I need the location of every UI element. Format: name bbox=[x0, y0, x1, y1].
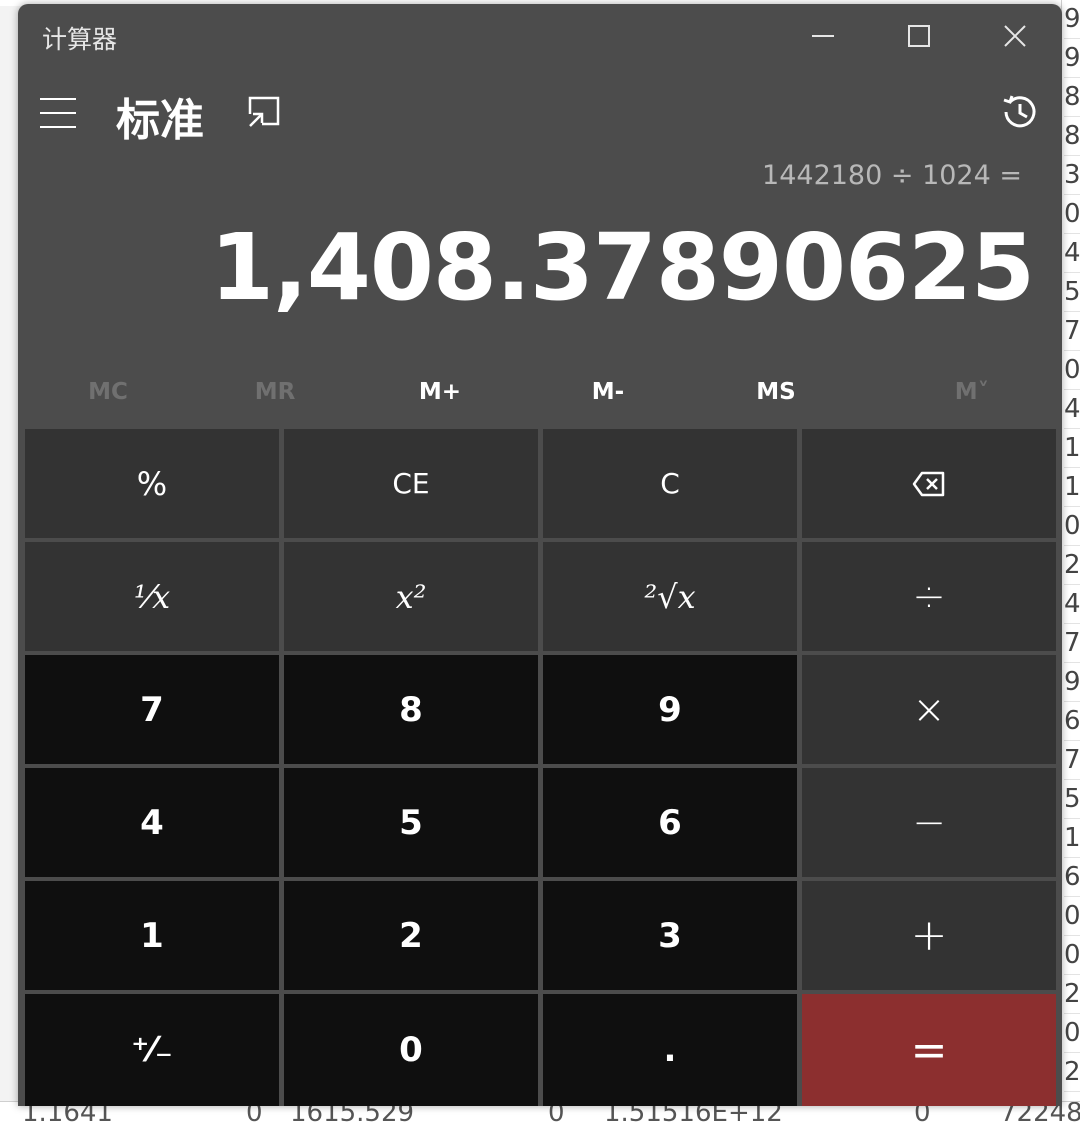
square-root-button[interactable]: ²√x bbox=[543, 542, 797, 651]
digit-4-button[interactable]: 4 bbox=[25, 768, 279, 877]
equals-button[interactable]: = bbox=[802, 994, 1056, 1106]
spreadsheet-cell: 1 bbox=[1064, 468, 1080, 507]
spreadsheet-cell: 5 bbox=[1064, 780, 1080, 819]
calculator-window: 计算器 标准 1442180 ÷ 1024 = 1,408.37890625 M… bbox=[18, 4, 1062, 1106]
title-bar[interactable]: 计算器 bbox=[18, 4, 1062, 68]
negate-button[interactable]: ⁺⁄₋ bbox=[25, 994, 279, 1106]
spreadsheet-cell: 4 bbox=[1064, 390, 1080, 429]
square-label: x² bbox=[395, 577, 427, 616]
spreadsheet-cell: 4 bbox=[1064, 234, 1080, 273]
digit-5-button[interactable]: 5 bbox=[284, 768, 538, 877]
result-display: 1,408.37890625 bbox=[209, 214, 1035, 321]
memory-recall-button[interactable]: MR bbox=[191, 360, 359, 424]
spreadsheet-background-right: 9988304570411024796751600202 bbox=[1061, 0, 1080, 1128]
spreadsheet-cell: 7 bbox=[1064, 312, 1080, 351]
memory-add-button[interactable]: M+ bbox=[356, 360, 524, 424]
spreadsheet-cell: 8 bbox=[1064, 117, 1080, 156]
keypad: % CE C ¹⁄x x² ²√x ÷ 7 8 9 × 4 5 6 − 1 2 … bbox=[25, 429, 1056, 1106]
spreadsheet-cell: 4 bbox=[1064, 585, 1080, 624]
clear-button[interactable]: C bbox=[543, 429, 797, 538]
digit-1-button[interactable]: 1 bbox=[25, 881, 279, 990]
history-icon[interactable] bbox=[998, 90, 1042, 134]
memory-clear-button[interactable]: MC bbox=[24, 360, 192, 424]
spreadsheet-cell: 0 bbox=[1064, 195, 1080, 234]
spreadsheet-cell: 0 bbox=[1064, 897, 1080, 936]
minimize-icon bbox=[812, 35, 834, 37]
maximize-icon bbox=[908, 25, 930, 47]
multiply-button[interactable]: × bbox=[802, 655, 1056, 764]
backspace-icon bbox=[912, 471, 945, 496]
backspace-button[interactable] bbox=[802, 429, 1056, 538]
spreadsheet-cell: 7 bbox=[1064, 624, 1080, 663]
hamburger-icon[interactable] bbox=[40, 96, 76, 130]
memory-row: MC MR M+ M- MS M˅ bbox=[18, 360, 1062, 424]
digit-6-button[interactable]: 6 bbox=[543, 768, 797, 877]
spreadsheet-cell: 0 bbox=[1064, 936, 1080, 975]
mode-title: 标准 bbox=[116, 95, 204, 146]
add-button[interactable]: + bbox=[802, 881, 1056, 990]
minimize-button[interactable] bbox=[788, 10, 858, 62]
close-icon bbox=[1004, 25, 1026, 47]
decimal-button[interactable]: . bbox=[543, 994, 797, 1106]
memory-list-button[interactable]: M˅ bbox=[888, 360, 1056, 424]
app-title: 计算器 bbox=[42, 25, 118, 54]
close-button[interactable] bbox=[980, 10, 1050, 62]
spreadsheet-cell: 2 bbox=[1064, 1053, 1080, 1092]
spreadsheet-cell: 9 bbox=[1064, 0, 1080, 39]
spreadsheet-cell: 6 bbox=[1064, 702, 1080, 741]
spreadsheet-cell: 1 bbox=[1064, 429, 1080, 468]
reciprocal-button[interactable]: ¹⁄x bbox=[25, 542, 279, 651]
clear-entry-button[interactable]: CE bbox=[284, 429, 538, 538]
spreadsheet-cell: 8 bbox=[1064, 78, 1080, 117]
digit-0-button[interactable]: 0 bbox=[284, 994, 538, 1106]
memory-subtract-button[interactable]: M- bbox=[524, 360, 692, 424]
spreadsheet-cell: 6 bbox=[1064, 858, 1080, 897]
spreadsheet-cell: 7 bbox=[1064, 741, 1080, 780]
mode-header: 标准 bbox=[18, 74, 1062, 154]
square-button[interactable]: x² bbox=[284, 542, 538, 651]
divide-button[interactable]: ÷ bbox=[802, 542, 1056, 651]
expression-display: 1442180 ÷ 1024 = bbox=[762, 160, 1022, 191]
percent-button[interactable]: % bbox=[25, 429, 279, 538]
spreadsheet-cell: 0 bbox=[1064, 507, 1080, 546]
spreadsheet-cell: 0 bbox=[1064, 1014, 1080, 1053]
keep-on-top-icon[interactable] bbox=[244, 92, 284, 132]
spreadsheet-cell: 5 bbox=[1064, 273, 1080, 312]
square-root-label: ²√x bbox=[644, 577, 696, 616]
digit-8-button[interactable]: 8 bbox=[284, 655, 538, 764]
spreadsheet-cell: 2 bbox=[1064, 975, 1080, 1014]
reciprocal-label: ¹⁄x bbox=[133, 577, 171, 616]
digit-9-button[interactable]: 9 bbox=[543, 655, 797, 764]
memory-store-button[interactable]: MS bbox=[692, 360, 860, 424]
digit-3-button[interactable]: 3 bbox=[543, 881, 797, 990]
digit-7-button[interactable]: 7 bbox=[25, 655, 279, 764]
spreadsheet-cell: 9 bbox=[1064, 39, 1080, 78]
maximize-button[interactable] bbox=[884, 10, 954, 62]
spreadsheet-cell: 2 bbox=[1064, 546, 1080, 585]
spreadsheet-cell: 0 bbox=[1064, 351, 1080, 390]
spreadsheet-cell: 9 bbox=[1064, 663, 1080, 702]
spreadsheet-cell: 3 bbox=[1064, 156, 1080, 195]
subtract-button[interactable]: − bbox=[802, 768, 1056, 877]
digit-2-button[interactable]: 2 bbox=[284, 881, 538, 990]
spreadsheet-cell: 1 bbox=[1064, 819, 1080, 858]
